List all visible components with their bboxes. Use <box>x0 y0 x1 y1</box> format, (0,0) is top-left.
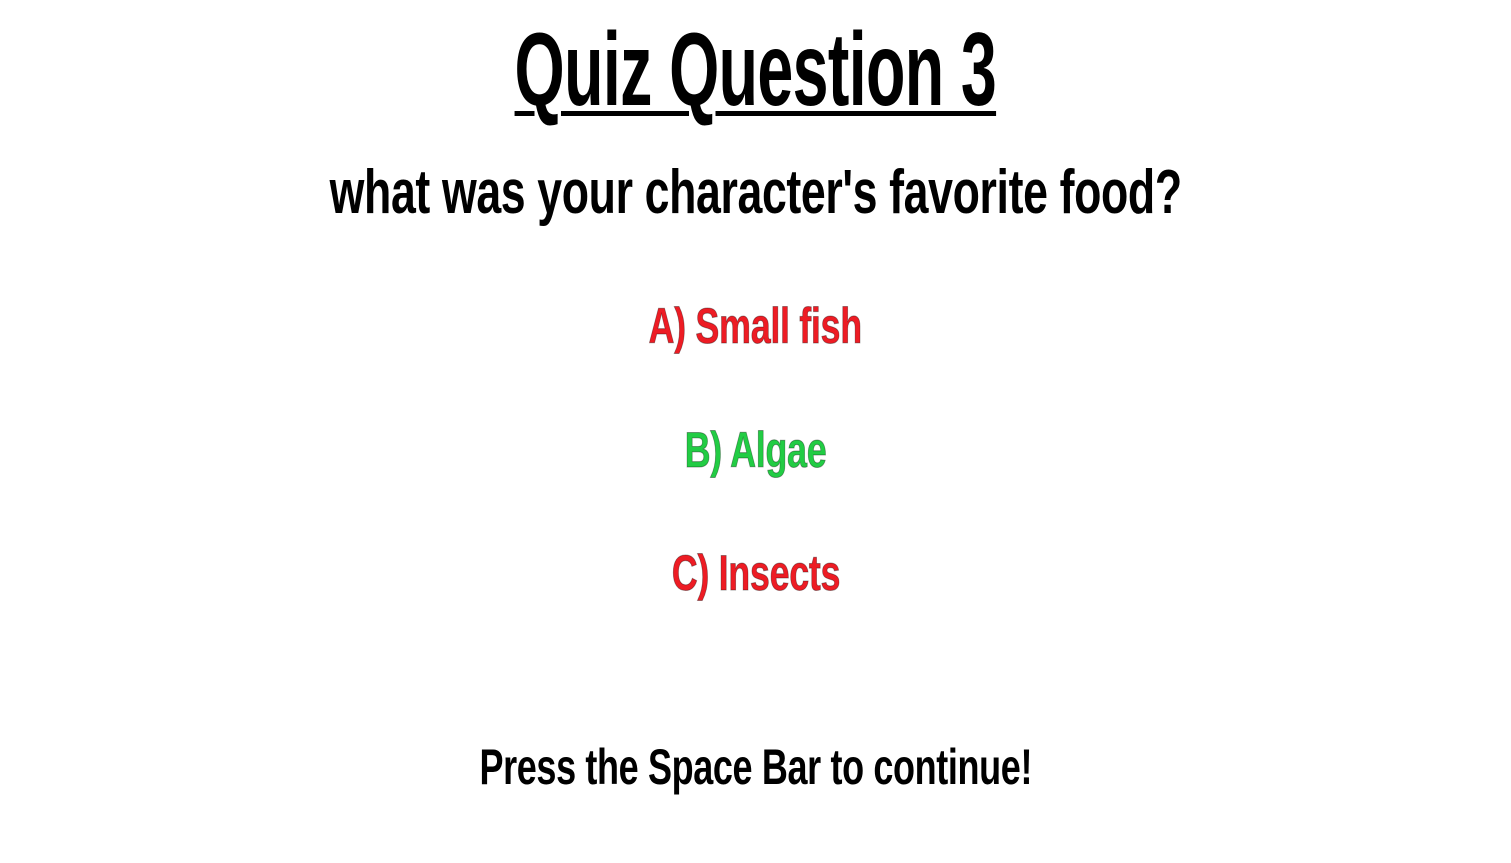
answer-option-a: A) Small fish <box>0 298 1511 354</box>
continue-container: Press the Space Bar to continue! <box>0 740 1511 794</box>
quiz-title: Quiz Question 3 <box>514 12 997 128</box>
answer-option-b: B) Algae <box>0 422 1511 478</box>
title-container: Quiz Question 3 <box>0 18 1511 122</box>
quiz-screen[interactable]: Quiz Question 3 what was your character'… <box>0 0 1511 863</box>
continue-prompt: Press the Space Bar to continue! <box>479 739 1032 795</box>
quiz-question: what was your character's favorite food? <box>329 158 1182 227</box>
answer-label-c: C) Insects <box>671 545 841 601</box>
answer-option-c: C) Insects <box>0 545 1511 601</box>
question-container: what was your character's favorite food? <box>0 160 1511 226</box>
answer-label-b: B) Algae <box>684 422 827 478</box>
answer-label-a: A) Small fish <box>648 298 863 354</box>
